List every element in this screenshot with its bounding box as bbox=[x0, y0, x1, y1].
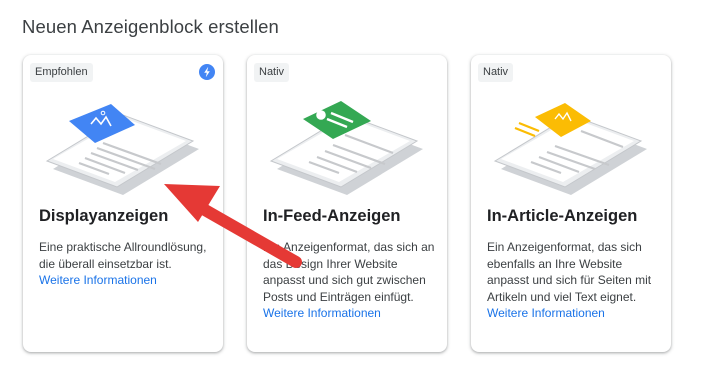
display-ad-illustration bbox=[45, 104, 199, 195]
card-description: Ein Anzeigenformat, das sich ebenfalls a… bbox=[487, 239, 663, 322]
in-feed-ad-illustration bbox=[269, 101, 423, 195]
badge-native: Nativ bbox=[254, 63, 290, 82]
description-text: Ein Anzeigenformat, das sich an das Desi… bbox=[263, 240, 435, 304]
bolt-icon bbox=[199, 64, 215, 80]
badge-recommended: Empfohlen bbox=[30, 63, 93, 82]
card-title: In-Feed-Anzeigen bbox=[263, 207, 401, 225]
page-title: Neuen Anzeigenblock erstellen bbox=[22, 16, 279, 37]
card-description: Ein Anzeigenformat, das sich an das Desi… bbox=[263, 239, 439, 322]
in-article-ad-illustration bbox=[493, 103, 647, 195]
more-info-link[interactable]: Weitere Informationen bbox=[263, 306, 381, 320]
card-title: Displayanzeigen bbox=[39, 207, 169, 225]
badge-native: Nativ bbox=[478, 63, 514, 82]
card-description: Eine praktische Allroundlösung, die über… bbox=[39, 239, 215, 289]
description-text: Ein Anzeigenformat, das sich ebenfalls a… bbox=[487, 240, 652, 304]
card-display-ads[interactable]: Empfohlen Displayanzeigen Eine praktisch… bbox=[23, 55, 223, 352]
card-in-feed-ads[interactable]: Nativ In-Feed-Anzeigen Ein Anzeigenforma… bbox=[247, 55, 447, 352]
more-info-link[interactable]: Weitere Informationen bbox=[39, 273, 157, 287]
description-text: Eine praktische Allroundlösung, die über… bbox=[39, 240, 207, 271]
card-in-article-ads[interactable]: Nativ In-Article-Anzeigen Ein Anzeigenfo… bbox=[471, 55, 671, 352]
more-info-link[interactable]: Weitere Informationen bbox=[487, 306, 605, 320]
card-title: In-Article-Anzeigen bbox=[487, 207, 638, 225]
